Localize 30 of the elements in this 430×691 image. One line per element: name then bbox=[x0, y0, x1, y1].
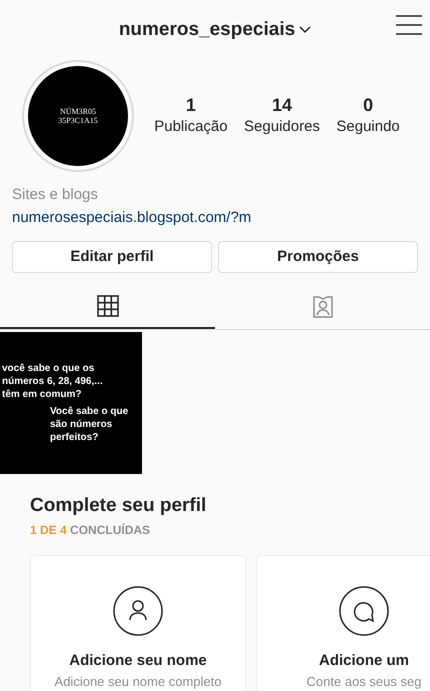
suggestion-card[interactable]: Adicione um Conte aos seus seg bbox=[256, 554, 430, 691]
card-title: Adicione um bbox=[318, 650, 409, 670]
stat-count: 14 bbox=[272, 94, 292, 116]
avatar[interactable]: NÚM3R05 35P3C1A15 bbox=[22, 60, 134, 172]
tagged-person-icon bbox=[310, 295, 334, 319]
post-text: você sabe o que os números 6, 28, 496,... têm em comum? bbox=[2, 362, 104, 401]
card-subtitle: Conte aos seus seg bbox=[306, 673, 422, 691]
avatar-logo-text: NÚM3R05 35P3C1A15 bbox=[57, 107, 99, 125]
stat-label[interactable]: Seguindo bbox=[336, 116, 400, 138]
grid-icon bbox=[96, 295, 118, 317]
profile-button[interactable]: Promoções bbox=[218, 241, 418, 273]
person-icon bbox=[113, 586, 163, 636]
stat-label[interactable]: Seguidores bbox=[244, 116, 320, 138]
stat-label[interactable]: Publicação bbox=[154, 116, 228, 138]
menu-icon[interactable] bbox=[396, 14, 422, 36]
chevron-down-icon[interactable] bbox=[299, 26, 312, 34]
stat-count: 1 bbox=[186, 94, 196, 116]
speech-bubble-icon bbox=[339, 586, 389, 636]
stat-count: 0 bbox=[363, 94, 374, 116]
progress-text: 1 DE 4 CONCLUÍDAS bbox=[30, 522, 150, 538]
post-tile[interactable]: você sabe o que os números 6, 28, 496,... têm em comum? Você sabe o que são números perfeitos? bbox=[0, 332, 142, 474]
card-subtitle: Adicione seu nome completo bbox=[54, 673, 222, 691]
website-link[interactable]: numerosespeciais.blogspot.com/?m bbox=[12, 206, 252, 229]
category-text: Sites e blogs bbox=[12, 185, 98, 205]
username-title[interactable]: numeros_especiais bbox=[118, 16, 296, 44]
post-text: Você sabe o que são números perfeitos? bbox=[49, 405, 130, 444]
section-title: Complete seu perfil bbox=[30, 494, 206, 518]
card-title: Adicione seu nome bbox=[69, 650, 207, 670]
suggestion-card[interactable]: Adicione seu nome Adicione seu nome completo bbox=[30, 554, 246, 691]
profile-button[interactable]: Editar perfil bbox=[12, 241, 212, 273]
